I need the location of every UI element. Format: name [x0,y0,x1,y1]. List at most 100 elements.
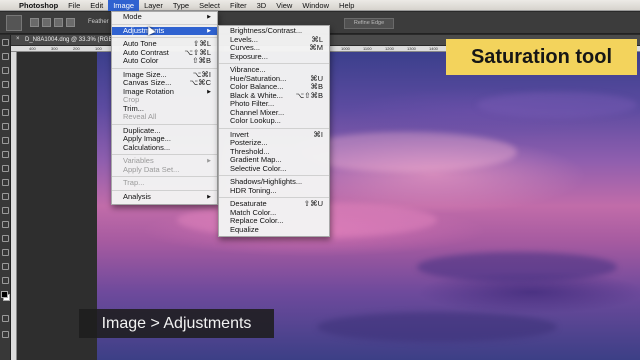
brush-tool-icon[interactable] [2,137,9,144]
separator [112,123,217,125]
lasso-tool-icon[interactable] [2,67,9,74]
menu-item-hdr-toning[interactable]: HDR Toning... [219,185,329,196]
menu-3d[interactable]: 3D [252,0,272,11]
menu-item-trap: Trap... [112,178,217,188]
separator [219,63,329,64]
menu-item-auto-color[interactable]: Auto Color ⇧⌘B [112,56,217,66]
menu-filter[interactable]: Filter [225,0,252,11]
separator [112,67,217,69]
menu-item-calculations[interactable]: Calculations... [112,142,217,153]
menu-type[interactable]: Type [168,0,194,11]
dodge-tool-icon[interactable] [2,221,9,228]
screen-mode-icon[interactable] [2,331,9,338]
separator [219,175,329,176]
quick-select-tool-icon[interactable] [2,81,9,88]
ruler-tick: 1400 [429,46,438,51]
menu-item-mode[interactable]: Mode ▶ [112,12,217,22]
menu-item-label: Selective Color... [230,163,287,173]
pen-tool-icon[interactable] [2,235,9,242]
menu-image[interactable]: Image [108,0,140,11]
shortcut: ⇧⌘B [192,56,211,65]
move-tool-icon[interactable] [2,39,9,46]
shortcut: ⇧⌘U [303,199,323,208]
menu-item-label: Trap... [123,178,145,187]
menu-item-label: HDR Toning... [230,185,277,195]
menu-view[interactable]: View [271,0,297,11]
tools-panel [0,35,11,360]
close-icon[interactable]: × [16,36,20,42]
adjustments-submenu: Brightness/Contrast... Levels... ⌘L Curve… [218,25,330,237]
feather-label: Feather [88,19,109,25]
intersect-selection-icon[interactable] [66,18,75,27]
menu-item-label: Apply Data Set... [123,164,180,174]
path-select-tool-icon[interactable] [2,263,9,270]
ruler-tick: 1100 [363,46,372,51]
menu-item-reveal-all: Reveal All [112,112,217,122]
submenu-arrow-icon: ▶ [207,88,211,95]
eraser-tool-icon[interactable] [2,179,9,186]
crop-tool-icon[interactable] [2,95,9,102]
marquee-preset-icon[interactable] [6,15,22,31]
history-brush-tool-icon[interactable] [2,165,9,172]
gradient-tool-icon[interactable] [2,193,9,200]
hand-tool-icon[interactable] [2,277,9,284]
menu-item-adjustments[interactable]: Adjustments ▶ [112,26,217,35]
new-selection-icon[interactable] [30,18,39,27]
saturation-tool-callout: Saturation tool [446,39,637,75]
submenu-arrow-icon: ▶ [207,158,211,164]
document-title: D_N8A1004.dng @ 33.3% (RGB/8*) [25,37,122,43]
menu-item-color-lookup[interactable]: Color Lookup... [219,116,329,126]
menu-item-label: Color Lookup... [230,116,281,125]
separator [112,23,217,25]
submenu-arrow-icon: ▶ [207,193,211,200]
menu-item-analysis[interactable]: Analysis ▶ [112,191,217,202]
ruler-tick: 100 [95,46,102,51]
menu-item-label: Exposure... [230,51,268,61]
submenu-arrow-icon: ▶ [207,27,211,34]
shortcut: ⌘M [309,43,323,52]
menu-item-exposure[interactable]: Exposure... [219,51,329,62]
separator [112,154,217,155]
menu-item-selective-color[interactable]: Selective Color... [219,163,329,174]
ruler-tick: 1300 [407,46,416,51]
separator [112,189,217,191]
menu-item-label: Auto Color [123,56,159,65]
separator [219,197,329,198]
shortcut: ⌘I [313,129,323,139]
shortcut: ⌥⌘C [189,78,211,87]
separator [112,176,217,177]
ruler-tick: 300 [51,46,58,51]
menu-bar: Photoshop File Edit Image Layer Type Sel… [0,0,640,11]
menu-file[interactable]: File [63,0,85,11]
menu-item-label: Equalize [230,224,259,234]
ruler-tick: 1200 [385,46,394,51]
healing-tool-icon[interactable] [2,123,9,130]
menu-item-apply-data-set: Apply Data Set... [112,164,217,175]
eyedropper-tool-icon[interactable] [2,109,9,116]
image-menu: Mode ▶ Adjustments ▶ Auto Tone ⇧⌘L Auto Con… [111,11,218,205]
blur-tool-icon[interactable] [2,207,9,214]
menu-item-label: Mode [123,12,142,21]
refine-edge-button[interactable]: Refine Edge [344,18,394,29]
menu-edit[interactable]: Edit [85,0,108,11]
menu-item-equalize[interactable]: Equalize [219,224,329,235]
separator [112,37,217,38]
menu-item-label: Analysis [123,191,151,201]
ruler-tick: 1000 [341,46,350,51]
ruler-tick: 200 [73,46,80,51]
menu-path-caption: Image > Adjustments [79,309,274,338]
menu-help[interactable]: Help [334,0,359,11]
subtract-selection-icon[interactable] [54,18,63,27]
menu-layer[interactable]: Layer [139,0,168,11]
foreground-color-swatch[interactable] [1,291,8,298]
menu-item-label: Reveal All [123,112,157,121]
marquee-tool-icon[interactable] [2,53,9,60]
menu-window[interactable]: Window [297,0,334,11]
menu-select[interactable]: Select [194,0,225,11]
quick-mask-icon[interactable] [2,315,9,322]
add-selection-icon[interactable] [42,18,51,27]
clone-stamp-tool-icon[interactable] [2,151,9,158]
type-tool-icon[interactable] [2,249,9,256]
menu-photoshop[interactable]: Photoshop [14,0,63,11]
menu-item-label: Calculations... [123,142,171,152]
